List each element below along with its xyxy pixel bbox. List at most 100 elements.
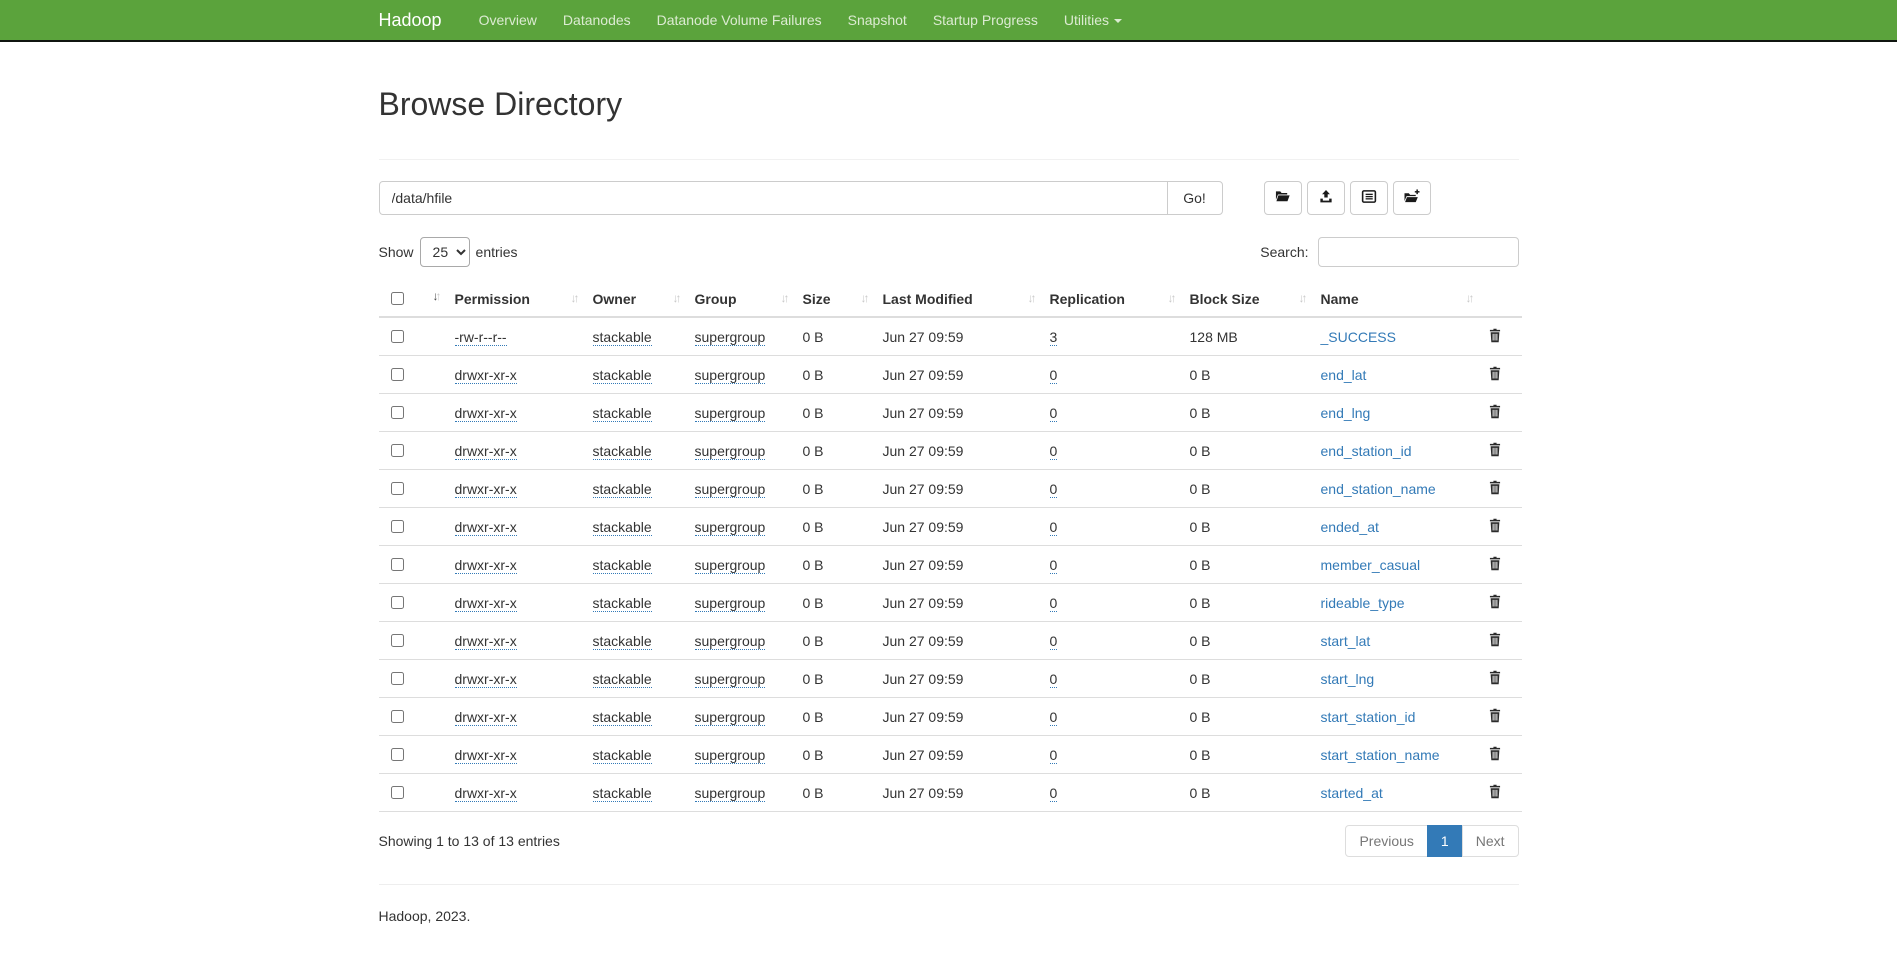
column-header-replication[interactable]: Replication↓↑ xyxy=(1042,281,1182,317)
owner-cell[interactable]: stackable xyxy=(593,481,652,498)
row-checkbox[interactable] xyxy=(391,406,404,419)
owner-cell[interactable]: stackable xyxy=(593,519,652,536)
column-header-size[interactable]: Size↓↑ xyxy=(795,281,875,317)
replication-cell[interactable]: 0 xyxy=(1050,405,1058,422)
file-link[interactable]: end_lng xyxy=(1321,405,1371,421)
replication-cell[interactable]: 3 xyxy=(1050,329,1058,346)
nav-item-utilities[interactable]: Utilities xyxy=(1051,0,1135,40)
trash-icon[interactable] xyxy=(1488,366,1502,384)
row-checkbox[interactable] xyxy=(391,444,404,457)
owner-cell[interactable]: stackable xyxy=(593,747,652,764)
trash-icon[interactable] xyxy=(1488,518,1502,536)
permission-cell[interactable]: drwxr-xr-x xyxy=(455,443,517,460)
row-checkbox[interactable] xyxy=(391,368,404,381)
group-cell[interactable]: supergroup xyxy=(695,557,766,574)
permission-cell[interactable]: drwxr-xr-x xyxy=(455,747,517,764)
owner-cell[interactable]: stackable xyxy=(593,557,652,574)
file-link[interactable]: member_casual xyxy=(1321,557,1421,573)
group-cell[interactable]: supergroup xyxy=(695,443,766,460)
replication-cell[interactable]: 0 xyxy=(1050,519,1058,536)
new-folder-button[interactable] xyxy=(1393,181,1431,215)
trash-icon[interactable] xyxy=(1488,746,1502,764)
owner-cell[interactable]: stackable xyxy=(593,595,652,612)
column-header-name[interactable]: Name↓↑ xyxy=(1313,281,1480,317)
row-checkbox[interactable] xyxy=(391,748,404,761)
column-header-last-modified[interactable]: Last Modified↓↑ xyxy=(875,281,1042,317)
page-length-select[interactable]: 25 xyxy=(420,237,470,267)
permission-cell[interactable]: drwxr-xr-x xyxy=(455,595,517,612)
nav-item-overview[interactable]: Overview xyxy=(466,0,550,40)
pagination-next[interactable]: Next xyxy=(1463,825,1519,857)
group-cell[interactable]: supergroup xyxy=(695,329,766,346)
column-header-owner[interactable]: Owner↓↑ xyxy=(585,281,687,317)
replication-cell[interactable]: 0 xyxy=(1050,785,1058,802)
trash-icon[interactable] xyxy=(1488,480,1502,498)
row-checkbox[interactable] xyxy=(391,634,404,647)
permission-cell[interactable]: drwxr-xr-x xyxy=(455,709,517,726)
trash-icon[interactable] xyxy=(1488,556,1502,574)
replication-cell[interactable]: 0 xyxy=(1050,367,1058,384)
group-cell[interactable]: supergroup xyxy=(695,595,766,612)
trash-icon[interactable] xyxy=(1488,442,1502,460)
file-link[interactable]: start_lng xyxy=(1321,671,1375,687)
owner-cell[interactable]: stackable xyxy=(593,633,652,650)
row-checkbox[interactable] xyxy=(391,596,404,609)
trash-icon[interactable] xyxy=(1488,632,1502,650)
nav-item-snapshot[interactable]: Snapshot xyxy=(835,0,920,40)
trash-icon[interactable] xyxy=(1488,784,1502,802)
replication-cell[interactable]: 0 xyxy=(1050,747,1058,764)
row-checkbox[interactable] xyxy=(391,558,404,571)
column-header-block-size[interactable]: Block Size↓↑ xyxy=(1182,281,1313,317)
column-header-permission[interactable]: Permission↓↑ xyxy=(447,281,585,317)
replication-cell[interactable]: 0 xyxy=(1050,443,1058,460)
list-alt-button[interactable] xyxy=(1350,181,1388,215)
group-cell[interactable]: supergroup xyxy=(695,747,766,764)
owner-cell[interactable]: stackable xyxy=(593,785,652,802)
group-cell[interactable]: supergroup xyxy=(695,519,766,536)
owner-cell[interactable]: stackable xyxy=(593,671,652,688)
group-cell[interactable]: supergroup xyxy=(695,633,766,650)
file-link[interactable]: _SUCCESS xyxy=(1321,329,1396,345)
permission-cell[interactable]: -rw-r--r-- xyxy=(455,329,507,346)
permission-cell[interactable]: drwxr-xr-x xyxy=(455,405,517,422)
replication-cell[interactable]: 0 xyxy=(1050,481,1058,498)
group-cell[interactable]: supergroup xyxy=(695,709,766,726)
sort-icon[interactable]: ↓↑ xyxy=(433,289,439,303)
trash-icon[interactable] xyxy=(1488,594,1502,612)
file-link[interactable]: started_at xyxy=(1321,785,1383,801)
select-all-checkbox[interactable] xyxy=(391,292,404,305)
owner-cell[interactable]: stackable xyxy=(593,709,652,726)
permission-cell[interactable]: drwxr-xr-x xyxy=(455,557,517,574)
replication-cell[interactable]: 0 xyxy=(1050,633,1058,650)
group-cell[interactable]: supergroup xyxy=(695,671,766,688)
search-input[interactable] xyxy=(1318,237,1519,267)
owner-cell[interactable]: stackable xyxy=(593,329,652,346)
permission-cell[interactable]: drwxr-xr-x xyxy=(455,519,517,536)
permission-cell[interactable]: drwxr-xr-x xyxy=(455,785,517,802)
permission-cell[interactable]: drwxr-xr-x xyxy=(455,671,517,688)
row-checkbox[interactable] xyxy=(391,786,404,799)
brand-link[interactable]: Hadoop xyxy=(379,0,442,40)
file-link[interactable]: end_station_name xyxy=(1321,481,1436,497)
folder-open-button[interactable] xyxy=(1264,181,1302,215)
file-link[interactable]: end_lat xyxy=(1321,367,1367,383)
row-checkbox[interactable] xyxy=(391,482,404,495)
permission-cell[interactable]: drwxr-xr-x xyxy=(455,633,517,650)
permission-cell[interactable]: drwxr-xr-x xyxy=(455,367,517,384)
file-link[interactable]: start_lat xyxy=(1321,633,1371,649)
owner-cell[interactable]: stackable xyxy=(593,443,652,460)
row-checkbox[interactable] xyxy=(391,710,404,723)
replication-cell[interactable]: 0 xyxy=(1050,595,1058,612)
file-link[interactable]: start_station_id xyxy=(1321,709,1416,725)
group-cell[interactable]: supergroup xyxy=(695,481,766,498)
nav-item-datanodes[interactable]: Datanodes xyxy=(550,0,644,40)
directory-path-input[interactable] xyxy=(379,181,1168,215)
row-checkbox[interactable] xyxy=(391,672,404,685)
pagination-page-1[interactable]: 1 xyxy=(1428,825,1463,857)
upload-button[interactable] xyxy=(1307,181,1345,215)
nav-item-startup-progress[interactable]: Startup Progress xyxy=(920,0,1051,40)
pagination-previous[interactable]: Previous xyxy=(1345,825,1427,857)
file-link[interactable]: rideable_type xyxy=(1321,595,1405,611)
permission-cell[interactable]: drwxr-xr-x xyxy=(455,481,517,498)
trash-icon[interactable] xyxy=(1488,670,1502,688)
